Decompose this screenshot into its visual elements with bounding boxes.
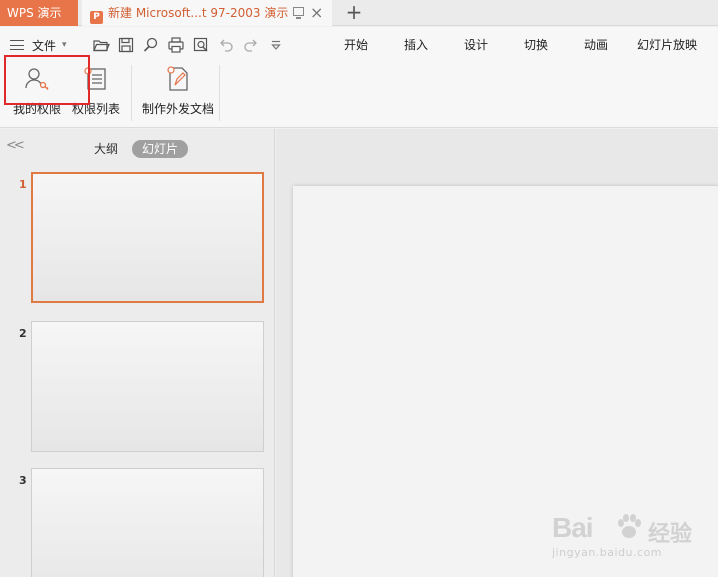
ribbon-separator [219,65,220,121]
ribbon: 文件 ▾ 开始 插入 设计 切换 动画 幻灯片放映 我的权限 权限列表 制作外发… [0,27,718,128]
redo-icon[interactable] [242,36,260,54]
save-icon[interactable] [117,36,135,54]
open-folder-icon[interactable] [92,36,110,54]
slide-editor [276,129,718,577]
title-bar: WPS 演示 P 新建 Microsoft...t 97-2003 演示 × + [0,0,718,26]
slide-number: 1 [19,178,27,191]
presentation-icon: P [90,11,103,24]
quick-access-toolbar [92,36,285,54]
tab-outline[interactable]: 大纲 [90,140,122,158]
permission-list-label: 权限列表 [71,102,120,116]
slide-thumbnail-3[interactable] [31,468,264,577]
file-menu-label: 文件 [32,38,57,53]
tab-design[interactable]: 设计 [446,37,506,53]
permission-list-button[interactable]: 权限列表 [70,65,122,123]
print-icon[interactable] [167,36,185,54]
tab-document[interactable]: P 新建 Microsoft...t 97-2003 演示 × [82,0,332,26]
monitor-icon[interactable] [293,7,304,19]
tab-slideshow[interactable]: 幻灯片放映 [626,37,708,53]
pane-tabs: 大纲 幻灯片 [90,140,189,158]
new-tab-button[interactable]: + [342,0,366,26]
tab-home[interactable]: 开始 [326,37,386,53]
tab-transitions[interactable]: 切换 [506,37,566,53]
slide-pane: << 大纲 幻灯片 1 2 3 [0,129,275,577]
chevron-down-icon: ▾ [62,40,67,50]
slide-number: 2 [19,327,27,340]
tab-insert[interactable]: 插入 [386,37,446,53]
slide-thumbnail-2[interactable] [31,321,264,452]
slide-canvas[interactable] [293,186,718,577]
create-outgoing-doc-button[interactable]: 制作外发文档 [141,65,215,123]
slide-thumbnail-1[interactable] [31,172,264,303]
document-tab-title: 新建 Microsoft...t 97-2003 演示 [108,6,289,20]
my-permissions-button[interactable]: 我的权限 [11,65,63,123]
undo-icon[interactable] [217,36,235,54]
tab-animations[interactable]: 动画 [566,37,626,53]
collapse-pane-icon[interactable]: << [6,138,25,153]
print-preview-icon[interactable] [192,36,210,54]
close-icon[interactable]: × [310,0,323,26]
create-outgoing-doc-icon [167,66,188,91]
create-outgoing-doc-label: 制作外发文档 [141,102,214,116]
permission-list-icon [84,67,106,90]
ribbon-button-group: 我的权限 权限列表 制作外发文档 [0,65,228,123]
ribbon-tabs: 开始 插入 设计 切换 动画 幻灯片放映 [326,37,708,53]
ribbon-separator [131,65,132,121]
hamburger-menu-icon [10,40,24,50]
file-menu-button[interactable]: 文件 ▾ [10,35,67,55]
tab-slides[interactable]: 幻灯片 [132,140,189,158]
user-key-icon [25,68,49,90]
tab-wps-app[interactable]: WPS 演示 [0,0,78,26]
slide-number: 3 [19,474,27,487]
customize-dropdown-icon[interactable] [267,36,285,54]
find-icon[interactable] [142,36,160,54]
my-permissions-label: 我的权限 [12,102,61,116]
